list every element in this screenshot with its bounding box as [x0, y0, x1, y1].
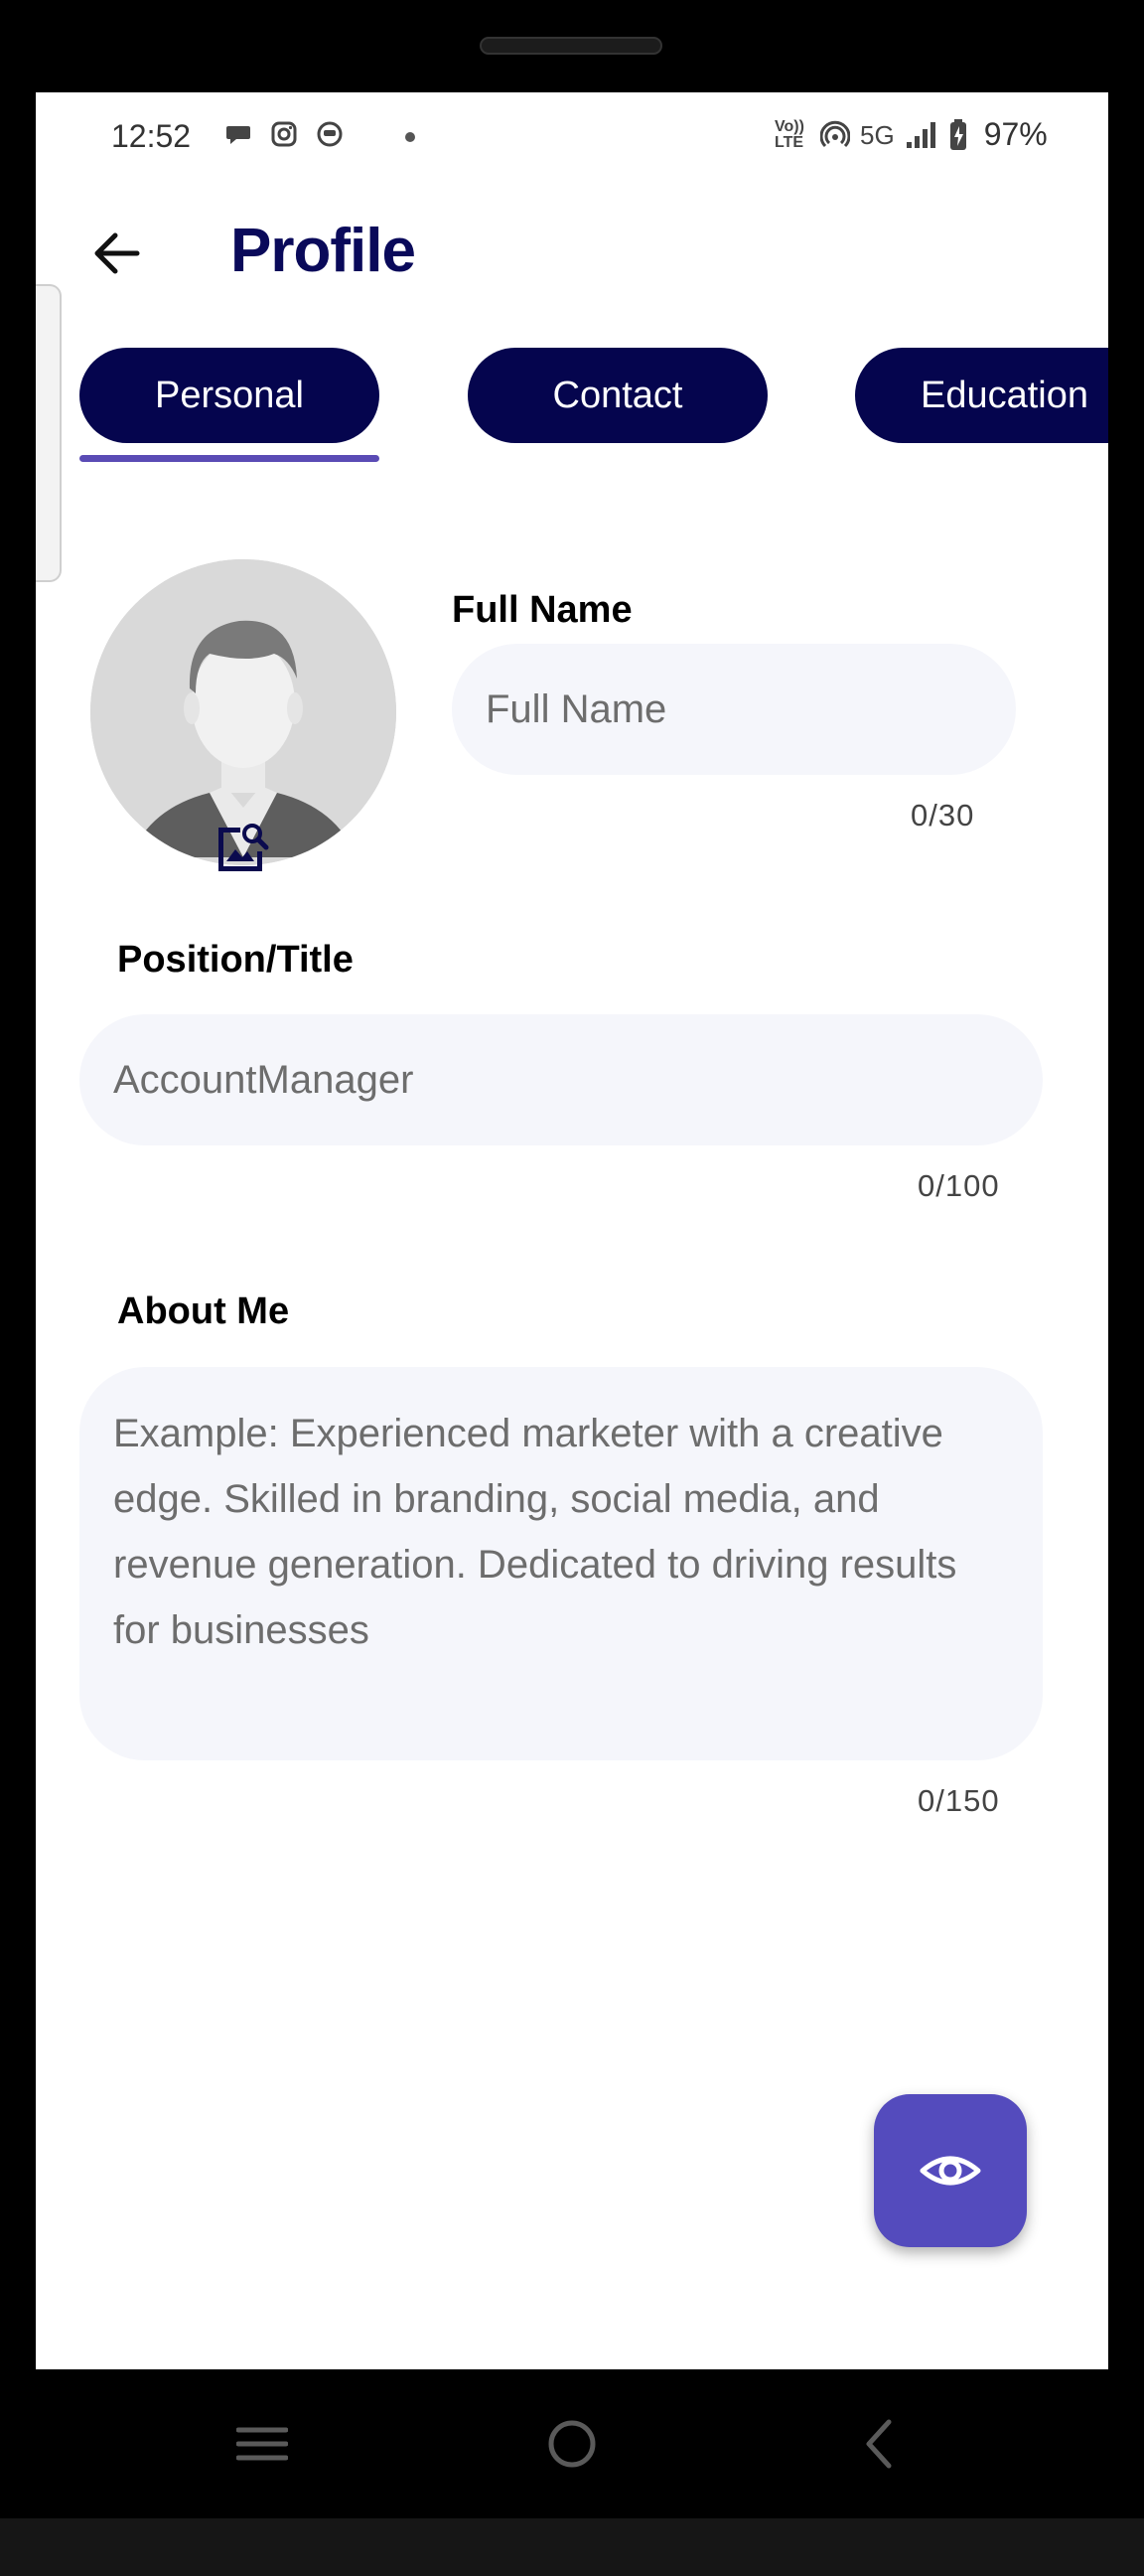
change-photo-button[interactable]	[213, 818, 272, 877]
app-screen: 12:52 Vo)) LTE 5G 97% Profile Personal C…	[36, 92, 1108, 2369]
home-circle-icon	[548, 2420, 596, 2468]
system-back-button[interactable]	[834, 2399, 924, 2489]
menu-lines-icon	[236, 2427, 288, 2461]
chat-bubble-icon	[226, 126, 250, 144]
battery-charging-icon	[949, 118, 966, 150]
arrow-left-icon	[94, 232, 140, 274]
status-time: 12:52	[111, 118, 192, 154]
preview-fab-button[interactable]	[874, 2094, 1027, 2247]
eye-icon	[920, 2156, 981, 2186]
tab-education[interactable]: Education	[855, 348, 1108, 443]
position-title-label: Position/Title	[117, 939, 354, 981]
signal-icon	[906, 121, 935, 148]
instagram-icon	[271, 121, 297, 147]
device-bottom-edge	[0, 2518, 1144, 2576]
image-search-icon	[218, 824, 269, 871]
speaker-grille	[480, 37, 662, 55]
page-title: Profile	[230, 217, 416, 285]
position-title-input[interactable]: AccountManager	[79, 1014, 1043, 1145]
battery-percent: 97%	[983, 116, 1048, 152]
position-title-counter: 0/100	[918, 1168, 1000, 1203]
more-notifications-dot	[405, 132, 415, 142]
tab-personal[interactable]: Personal	[79, 348, 379, 443]
about-me-label: About Me	[117, 1290, 290, 1332]
app-notification-icon	[317, 121, 343, 147]
status-bar: 12:52 Vo)) LTE 5G 97%	[36, 92, 1108, 182]
notification-icons	[224, 120, 344, 148]
about-me-counter: 0/150	[918, 1783, 1000, 1818]
side-drawer-handle[interactable]	[36, 284, 62, 582]
chevron-left-icon	[866, 2419, 892, 2469]
full-name-label: Full Name	[452, 589, 633, 631]
back-button[interactable]	[87, 224, 147, 283]
full-name-input[interactable]: Full Name	[452, 644, 1016, 775]
volte-label: Vo)) LTE	[775, 117, 804, 151]
active-tab-indicator	[79, 455, 379, 462]
system-navigation-bar	[0, 2369, 1144, 2518]
recent-apps-button[interactable]	[217, 2399, 307, 2489]
home-button[interactable]	[527, 2399, 617, 2489]
network-type: 5G	[860, 119, 895, 150]
full-name-counter: 0/30	[911, 798, 975, 833]
hotspot-icon	[820, 120, 850, 147]
tab-contact[interactable]: Contact	[468, 348, 768, 443]
about-me-textarea[interactable]: Example: Experienced marketer with a cre…	[79, 1367, 1043, 1760]
system-icons: Vo)) LTE 5G 97%	[775, 116, 1048, 153]
